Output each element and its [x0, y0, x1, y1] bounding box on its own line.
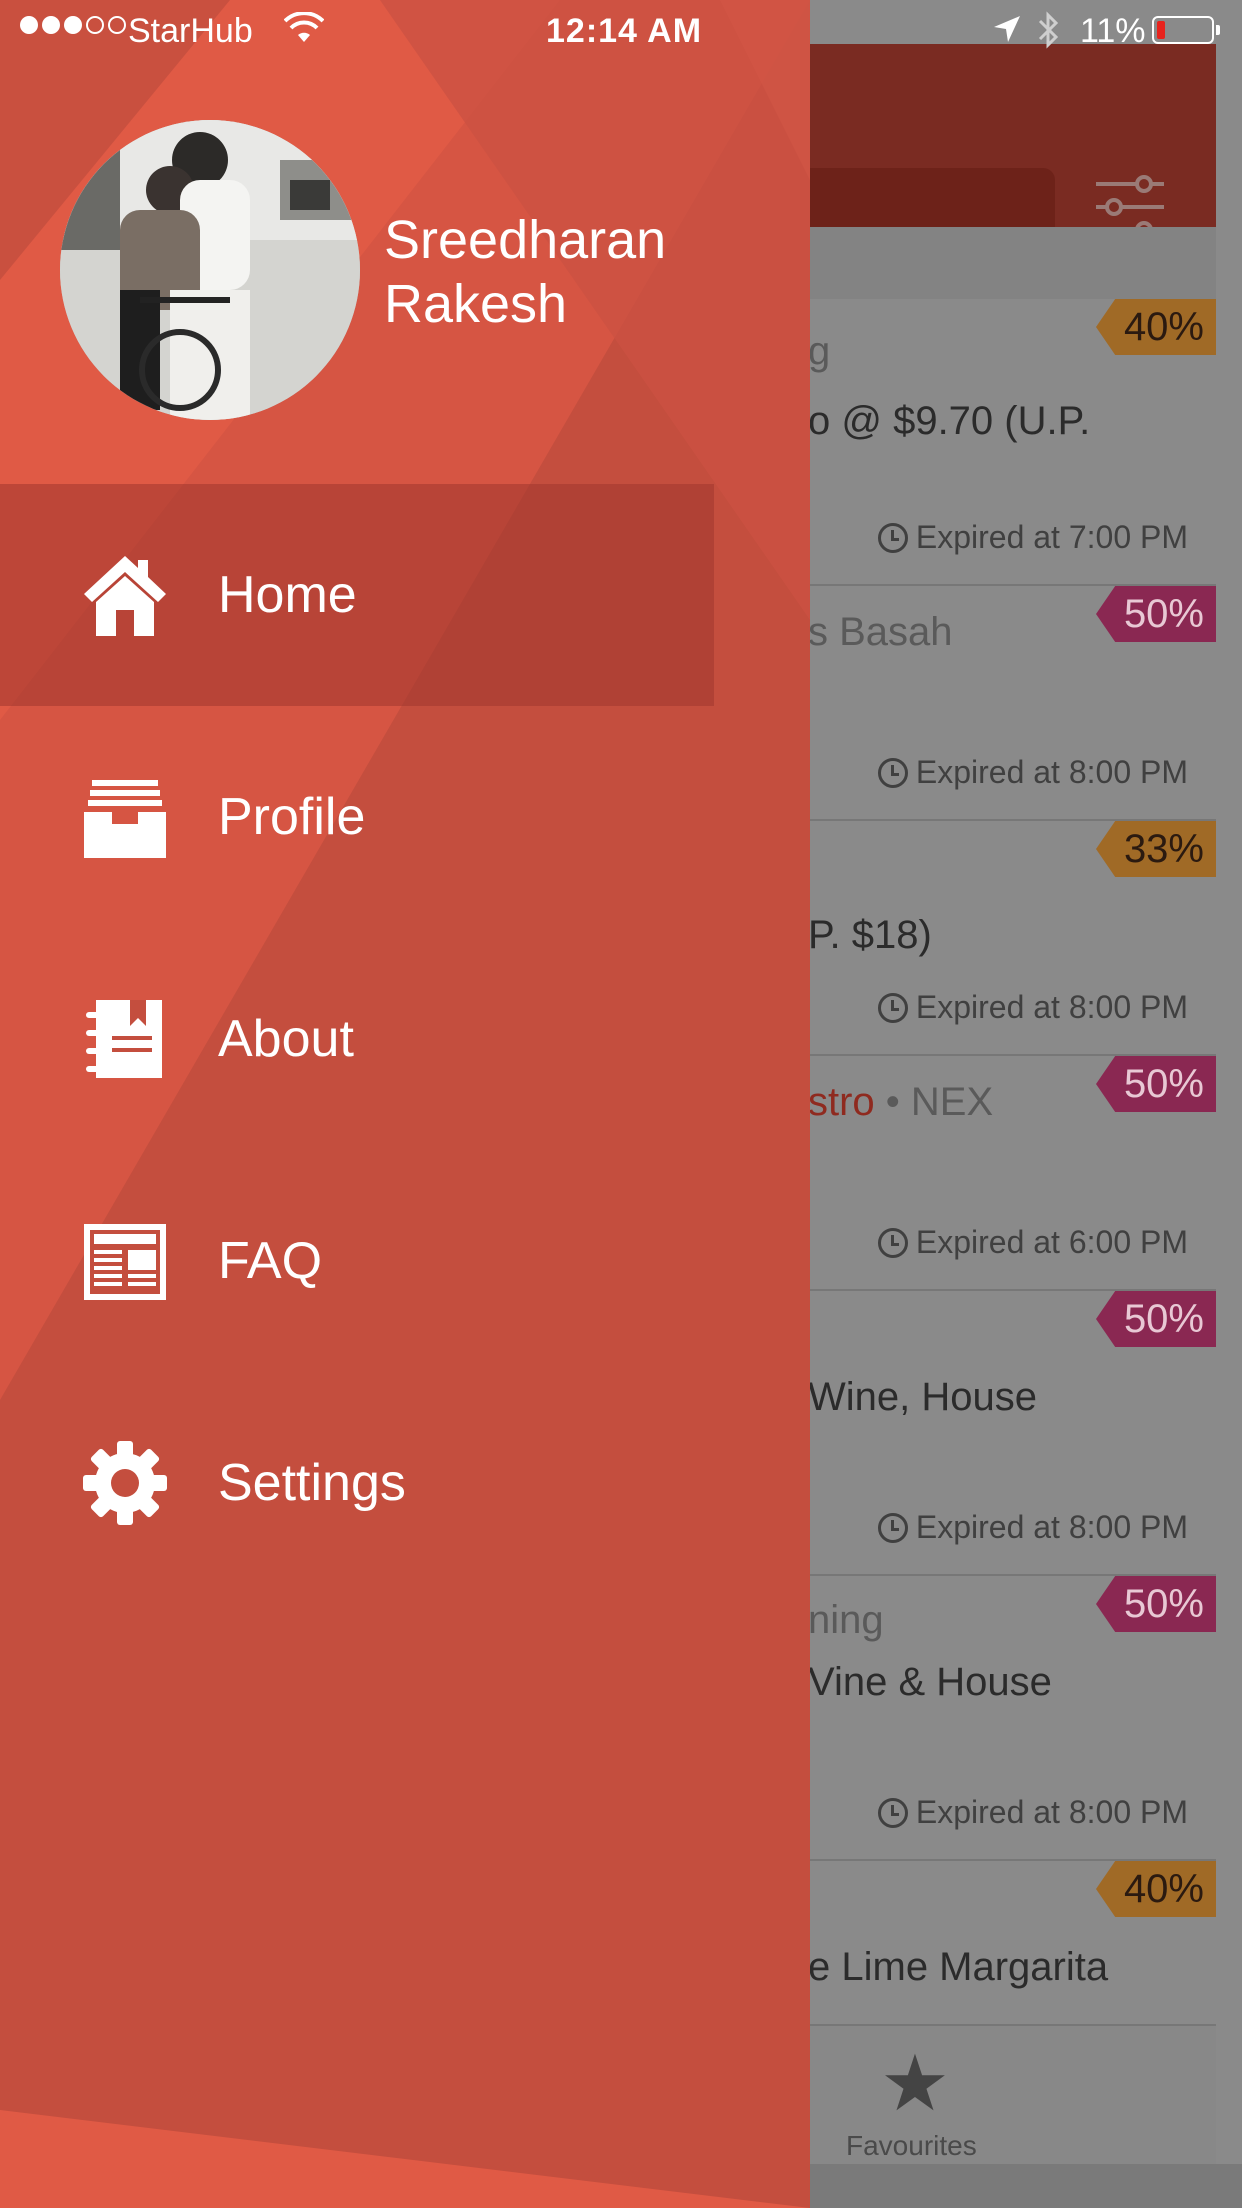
avatar[interactable] — [60, 120, 360, 420]
deal-expiry: Expired at 8:00 PM — [877, 1509, 1188, 1546]
discount-badge: 50% — [1096, 1576, 1216, 1632]
user-first-name: Sreedharan — [384, 210, 667, 270]
deal-title: Vine & House — [808, 1660, 1052, 1704]
deal-category: g — [808, 329, 831, 373]
menu-item-home[interactable]: Home — [0, 484, 714, 706]
deal-title: o @ $9.70 (U.P. — [808, 399, 1091, 443]
deal-title: Wine, House — [808, 1375, 1037, 1419]
menu-item-profile[interactable]: Profile — [0, 706, 810, 928]
drawer-menu: Home Profile About FAQ Settings — [0, 484, 810, 1594]
signal-strength-icon — [20, 16, 126, 34]
discount-badge: 33% — [1096, 821, 1216, 877]
battery-tip — [1216, 25, 1220, 35]
location-arrow-icon — [994, 16, 1020, 42]
discount-badge: 50% — [1096, 1056, 1216, 1112]
discount-badge: 40% — [1096, 1861, 1216, 1917]
menu-label: Profile — [218, 788, 366, 846]
user-name: Sreedharan Rakesh — [384, 208, 784, 336]
clock-icon — [877, 522, 908, 553]
wifi-icon — [284, 12, 324, 42]
bluetooth-icon — [1038, 11, 1059, 49]
inbox-tray-icon — [82, 774, 168, 860]
menu-label: Settings — [218, 1454, 406, 1512]
menu-label: Home — [218, 566, 357, 624]
deal-expiry: Expired at 8:00 PM — [877, 754, 1188, 791]
navigation-drawer: Sreedharan Rakesh Home Profile About FAQ… — [0, 0, 810, 2208]
couple-on-bicycle-photo — [60, 120, 360, 420]
battery-percent: 11% — [1080, 12, 1146, 50]
clock-icon — [877, 1512, 908, 1543]
discount-badge: 50% — [1096, 1291, 1216, 1347]
deal-venue: stro • NEX — [808, 1080, 994, 1124]
star-icon[interactable]: ★ — [880, 2044, 950, 2122]
menu-item-settings[interactable]: Settings — [0, 1372, 810, 1594]
deal-venue: s Basah — [808, 610, 953, 654]
deal-category: ning — [808, 1598, 884, 1642]
menu-item-faq[interactable]: FAQ — [0, 1150, 810, 1372]
clock-icon — [877, 992, 908, 1023]
deal-expiry: Expired at 8:00 PM — [877, 989, 1188, 1026]
discount-badge: 40% — [1096, 299, 1216, 355]
newspaper-icon — [82, 1218, 168, 1304]
menu-item-about[interactable]: About — [0, 928, 810, 1150]
gear-icon — [82, 1440, 168, 1526]
clock-time: 12:14 AM — [546, 12, 703, 50]
clock-icon — [877, 1227, 908, 1258]
deal-expiry: Expired at 6:00 PM — [877, 1224, 1188, 1261]
deal-expiry: Expired at 8:00 PM — [877, 1794, 1188, 1831]
deal-expiry: Expired at 7:00 PM — [877, 519, 1188, 556]
status-bar: StarHub 12:14 AM 11% — [0, 0, 1242, 62]
clock-icon — [877, 1797, 908, 1828]
clock-icon — [877, 757, 908, 788]
notebook-icon — [82, 996, 168, 1082]
deal-title: P. $18) — [808, 913, 932, 957]
carrier-name: StarHub — [128, 12, 253, 50]
menu-label: FAQ — [218, 1232, 323, 1290]
battery-icon — [1152, 16, 1214, 44]
deal-title: e Lime Margarita — [808, 1945, 1109, 1989]
menu-label: About — [218, 1010, 354, 1068]
discount-badge: 50% — [1096, 586, 1216, 642]
tab-favourites[interactable]: Favourites — [846, 2130, 977, 2162]
home-icon — [82, 552, 168, 638]
user-last-name: Rakesh — [384, 274, 568, 334]
